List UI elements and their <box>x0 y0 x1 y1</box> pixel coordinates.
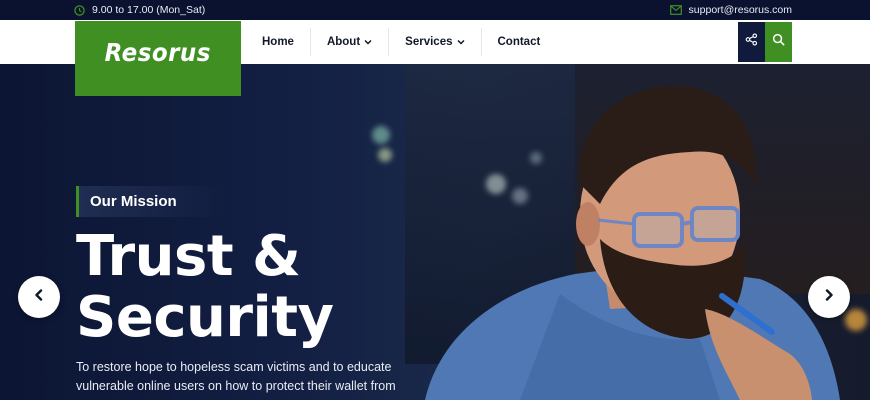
chevron-down-icon <box>456 38 465 47</box>
share-icon <box>745 33 758 51</box>
share-button[interactable] <box>738 22 765 62</box>
support-email[interactable]: support@resorus.com <box>669 0 792 20</box>
hero-slider: Our Mission Trust & Security To restore … <box>0 64 870 400</box>
hours-text: 9.00 to 17.00 (Mon_Sat) <box>92 4 206 16</box>
main-navigation: Home About Services Contact <box>246 20 556 64</box>
email-text[interactable]: support@resorus.com <box>689 4 792 16</box>
nav-item-about[interactable]: About <box>311 28 390 56</box>
kicker-text: Our Mission <box>90 193 177 210</box>
nav-item-services[interactable]: Services <box>389 28 482 56</box>
hero-kicker: Our Mission <box>76 186 226 217</box>
slider-next-button[interactable] <box>808 276 850 318</box>
logo-text: Resorus <box>104 38 212 67</box>
headline-line: Security <box>76 285 334 350</box>
mail-icon <box>669 5 682 15</box>
search-button[interactable] <box>765 22 792 62</box>
nav-item-contact[interactable]: Contact <box>482 28 557 56</box>
headline-line: Trust & <box>76 224 301 289</box>
nav-item-home[interactable]: Home <box>246 28 311 56</box>
chevron-down-icon <box>364 38 372 47</box>
business-hours: 9.00 to 17.00 (Mon_Sat) <box>74 0 205 20</box>
clock-icon <box>74 4 85 16</box>
slider-prev-button[interactable] <box>18 276 60 318</box>
nav-item-label: Services <box>405 36 453 48</box>
hero-description: To restore hope to hopeless scam victims… <box>76 360 396 393</box>
nav-item-label: About <box>326 36 361 48</box>
nav-item-label: Contact <box>497 36 541 48</box>
chevron-right-icon <box>823 288 835 306</box>
search-icon <box>772 33 785 51</box>
hero-headline: Trust & Security <box>76 224 334 350</box>
site-logo[interactable]: Resorus <box>75 21 241 96</box>
nav-item-label: Home <box>262 36 294 48</box>
chevron-left-icon <box>33 288 45 306</box>
top-info-bar: 9.00 to 17.00 (Mon_Sat) support@resorus.… <box>0 0 870 20</box>
